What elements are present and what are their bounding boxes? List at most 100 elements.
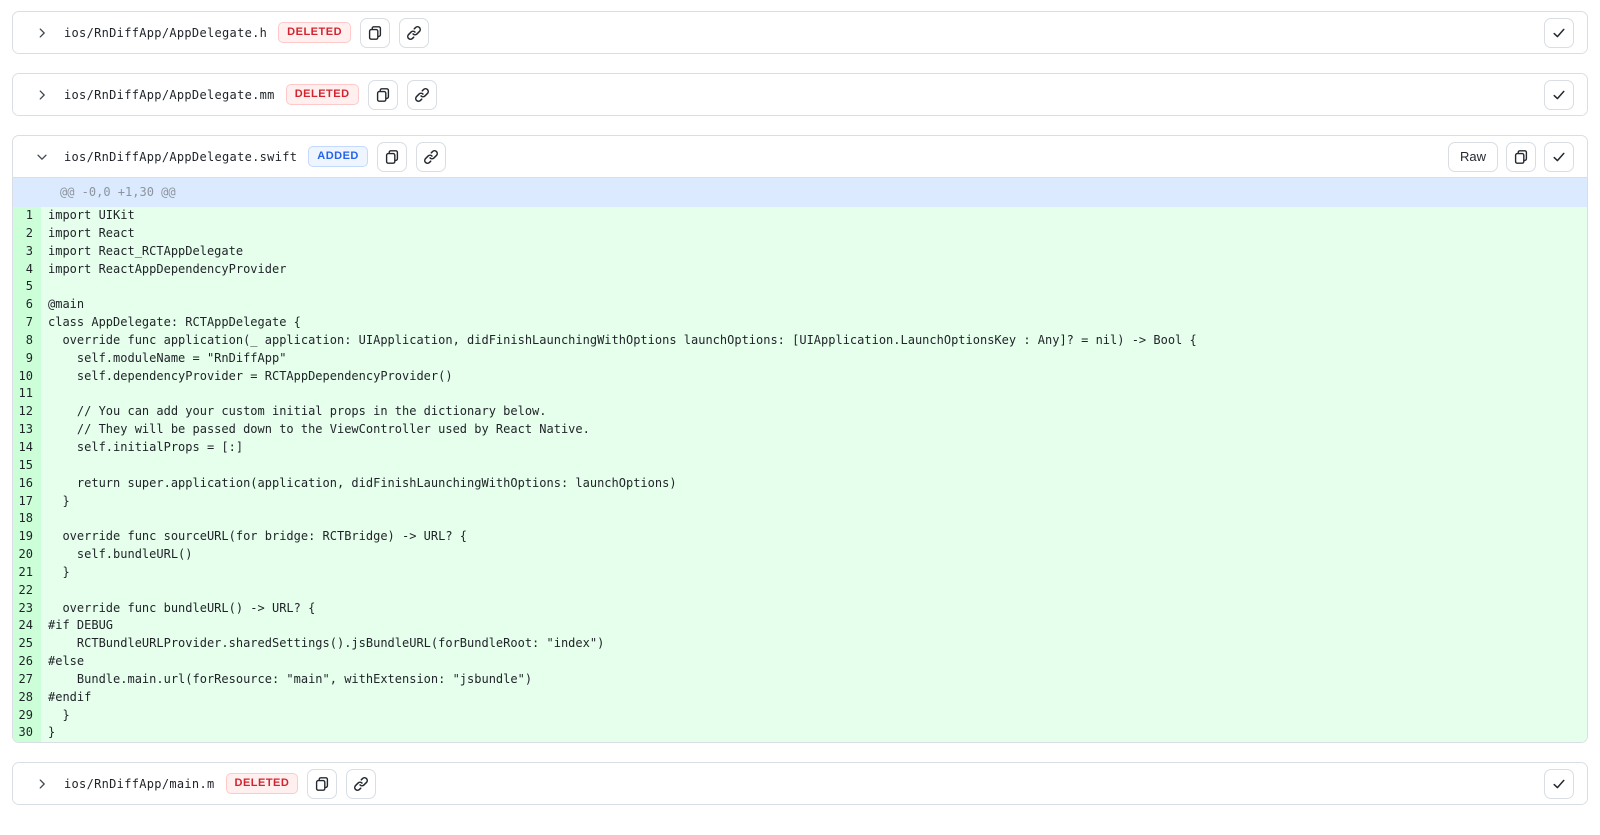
file-path: ios/RnDiffApp/AppDelegate.mm [64,88,275,102]
line-code: #else [41,653,1587,671]
link-button[interactable] [346,769,376,799]
line-number: 4 [13,261,41,279]
raw-button[interactable]: Raw [1448,142,1498,172]
copy-path-button[interactable] [368,80,398,110]
copy-icon [375,87,391,103]
line-number: 20 [13,546,41,564]
diff-line: 1 import UIKit [13,207,1587,225]
copy-icon [367,25,383,41]
file-header: ios/RnDiffApp/AppDelegate.h DELETED [13,12,1587,53]
diff-line: 18 [13,510,1587,528]
file-header: ios/RnDiffApp/AppDelegate.swift ADDED Ra… [13,136,1587,177]
diff-line: 4 import ReactAppDependencyProvider [13,261,1587,279]
line-number: 10 [13,368,41,386]
mark-complete-button[interactable] [1544,18,1574,48]
line-number: 5 [13,278,41,296]
diff-line: 8 override func application(_ applicatio… [13,332,1587,350]
line-number: 29 [13,707,41,725]
diff-line: 13 // They will be passed down to the Vi… [13,421,1587,439]
line-number: 16 [13,475,41,493]
diff-line: 3 import React_RCTAppDelegate [13,243,1587,261]
line-code: import React_RCTAppDelegate [41,243,1587,261]
line-code: class AppDelegate: RCTAppDelegate { [41,314,1587,332]
line-number: 22 [13,582,41,600]
header-right-group: Raw [1448,142,1574,172]
line-number: 1 [13,207,41,225]
diff-line: 28 #endif [13,689,1587,707]
diff-line: 23 override func bundleURL() -> URL? { [13,600,1587,618]
line-number: 14 [13,439,41,457]
line-code: // They will be passed down to the ViewC… [41,421,1587,439]
diff-line: 12 // You can add your custom initial pr… [13,403,1587,421]
line-code: } [41,564,1587,582]
diff-line: 14 self.initialProps = [:] [13,439,1587,457]
line-number: 15 [13,457,41,475]
line-code: import UIKit [41,207,1587,225]
mark-complete-button[interactable] [1544,80,1574,110]
expand-chevron-right-icon[interactable] [33,775,51,793]
line-code [41,582,1587,600]
line-number: 28 [13,689,41,707]
line-number: 18 [13,510,41,528]
diff-line: 7 class AppDelegate: RCTAppDelegate { [13,314,1587,332]
line-code: #endif [41,689,1587,707]
link-button[interactable] [416,142,446,172]
line-code: override func bundleURL() -> URL? { [41,600,1587,618]
line-number: 21 [13,564,41,582]
copy-path-button[interactable] [360,18,390,48]
diff-line: 5 [13,278,1587,296]
diff-line: 22 [13,582,1587,600]
status-badge-deleted: DELETED [278,22,351,43]
diff-lines: 1 import UIKit 2 import React 3 import R… [13,207,1587,742]
diff-line: 30 } [13,724,1587,742]
diff-line: 2 import React [13,225,1587,243]
line-code: self.dependencyProvider = RCTAppDependen… [41,368,1587,386]
line-code: override func application(_ application:… [41,332,1587,350]
line-code: import ReactAppDependencyProvider [41,261,1587,279]
file-panel-main-m: ios/RnDiffApp/main.m DELETED [12,762,1588,805]
line-code: import React [41,225,1587,243]
line-number: 6 [13,296,41,314]
link-icon [423,149,439,165]
check-icon [1551,149,1567,165]
hunk-header: @@ -0,0 +1,30 @@ [13,178,1587,207]
line-number: 7 [13,314,41,332]
collapse-chevron-down-icon[interactable] [33,148,51,166]
diff-line: 26 #else [13,653,1587,671]
diff-line: 6 @main [13,296,1587,314]
copy-path-button[interactable] [377,142,407,172]
line-code: #if DEBUG [41,617,1587,635]
diff-body: @@ -0,0 +1,30 @@ 1 import UIKit 2 import… [13,177,1587,742]
link-icon [353,776,369,792]
link-icon [406,25,422,41]
diff-line: 19 override func sourceURL(for bridge: R… [13,528,1587,546]
line-code: Bundle.main.url(forResource: "main", wit… [41,671,1587,689]
diff-line: 25 RCTBundleURLProvider.sharedSettings()… [13,635,1587,653]
expand-chevron-right-icon[interactable] [33,24,51,42]
mark-complete-button[interactable] [1544,769,1574,799]
diff-line: 20 self.bundleURL() [13,546,1587,564]
file-panel-appdelegate-h: ios/RnDiffApp/AppDelegate.h DELETED [12,11,1588,54]
link-button[interactable] [407,80,437,110]
file-path: ios/RnDiffApp/AppDelegate.h [64,26,267,40]
status-badge-deleted: DELETED [286,84,359,105]
file-header: ios/RnDiffApp/main.m DELETED [13,763,1587,804]
copy-path-button[interactable] [307,769,337,799]
line-code [41,510,1587,528]
line-number: 3 [13,243,41,261]
line-number: 23 [13,600,41,618]
expand-chevron-right-icon[interactable] [33,86,51,104]
line-number: 26 [13,653,41,671]
line-number: 30 [13,724,41,742]
link-button[interactable] [399,18,429,48]
diff-line: 10 self.dependencyProvider = RCTAppDepen… [13,368,1587,386]
copy-content-button[interactable] [1506,142,1536,172]
line-code: } [41,707,1587,725]
file-header: ios/RnDiffApp/AppDelegate.mm DELETED [13,74,1587,115]
line-number: 17 [13,493,41,511]
line-number: 24 [13,617,41,635]
diff-line: 16 return super.application(application,… [13,475,1587,493]
mark-complete-button[interactable] [1544,142,1574,172]
line-number: 11 [13,385,41,403]
line-code [41,385,1587,403]
